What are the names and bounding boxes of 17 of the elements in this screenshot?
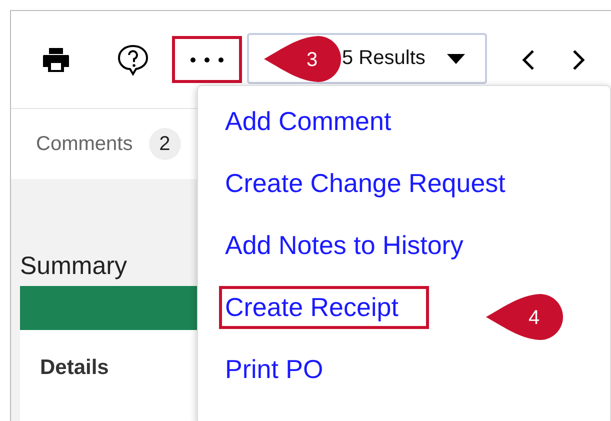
more-button[interactable]: [172, 36, 242, 83]
chevron-right-icon[interactable]: [572, 48, 586, 70]
count-badge: 2: [148, 128, 181, 160]
menu-item[interactable]: Add Comment: [219, 100, 398, 143]
section-title: Summary: [20, 252, 127, 281]
caret-icon: [447, 54, 466, 64]
menu-item[interactable]: Create Change Request: [219, 162, 512, 205]
menu-item[interactable]: Print PO: [219, 348, 330, 391]
printer-icon[interactable]: [42, 46, 70, 74]
menu-item[interactable]: Add Notes to History: [219, 224, 470, 267]
tab-label[interactable]: Comments: [36, 132, 133, 156]
chevron-left-icon[interactable]: [521, 48, 535, 70]
step-callout: 4: [484, 293, 566, 341]
step-callout: 3: [262, 35, 344, 83]
details-label: Details: [40, 356, 109, 380]
menu-item[interactable]: Create Receipt: [219, 286, 430, 329]
help-icon[interactable]: [116, 42, 150, 76]
